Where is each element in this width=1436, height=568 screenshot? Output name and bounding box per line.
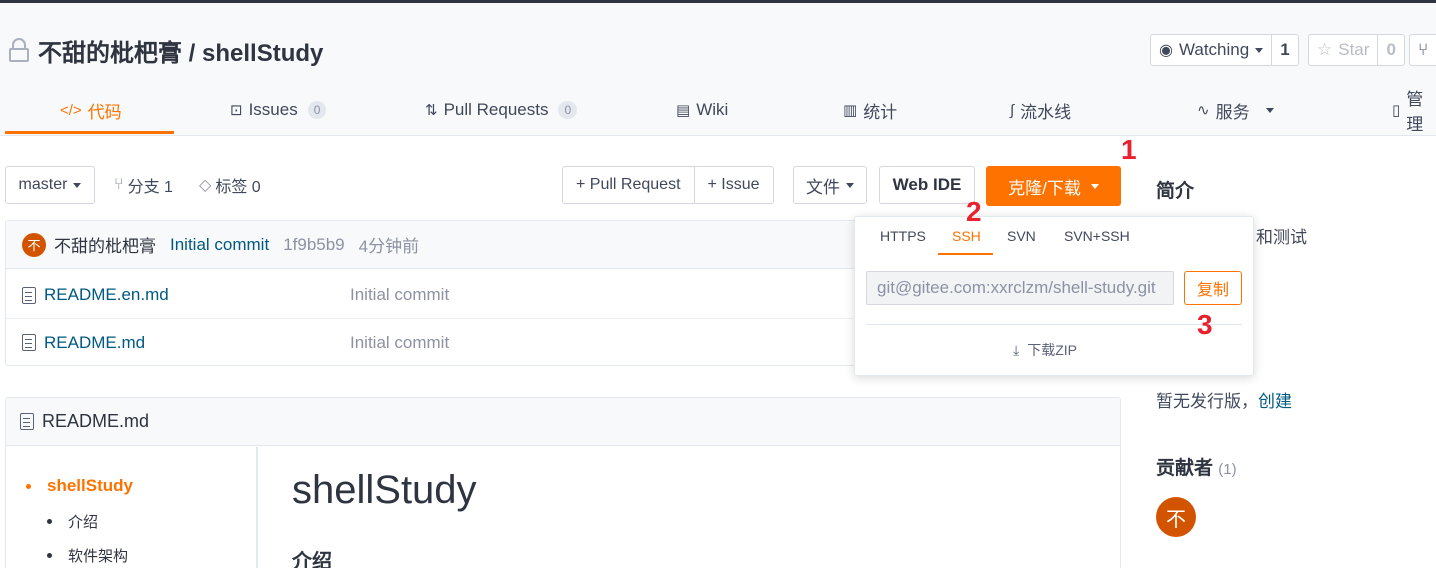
- annotation-3: 3: [1197, 309, 1213, 340]
- eye-icon: ◉: [1159, 42, 1173, 59]
- tab-pull-requests[interactable]: ⇅ Pull Requests 0: [425, 90, 578, 130]
- watch-button[interactable]: ◉ Watching: [1151, 35, 1271, 65]
- bar-chart-icon: ▥: [843, 102, 858, 119]
- toc-item[interactable]: 软件架构: [47, 545, 128, 566]
- fork-icon: ⑂: [1418, 40, 1429, 59]
- file-commit-message[interactable]: Initial commit: [350, 285, 449, 305]
- repo-title: 不甜的枇杷膏 / shellStudy: [8, 33, 323, 68]
- file-icon: [20, 413, 34, 430]
- commit-time: 4分钟前: [358, 237, 420, 256]
- releases-info: 暂无发行版，创建: [1156, 392, 1292, 411]
- toc-divider: [256, 447, 258, 568]
- star-button-group[interactable]: ☆ Star 0: [1308, 34, 1405, 66]
- download-zip-link[interactable]: ⤓ 下载ZIP: [1013, 340, 1077, 360]
- toc-item[interactable]: 介绍: [47, 511, 98, 532]
- intro-heading: 简介: [1156, 181, 1195, 202]
- file-icon: [22, 334, 36, 351]
- tab-manage[interactable]: ▯ 管理: [1392, 90, 1436, 134]
- tab-services[interactable]: ∿ 服务: [1197, 90, 1274, 130]
- tab-wiki[interactable]: ▤ Wiki: [676, 90, 728, 130]
- tab-stats[interactable]: ▥ 统计: [843, 90, 897, 130]
- pull-requests-count-badge: 0: [558, 101, 578, 119]
- list-item[interactable]: README.md Initial commit: [6, 319, 864, 366]
- toc-item[interactable]: shellStudy: [26, 476, 133, 496]
- lock-icon: [8, 37, 30, 63]
- readme-section-heading: 介绍: [292, 551, 332, 568]
- chevron-down-icon: [1255, 47, 1264, 53]
- pulse-icon: ∿: [1197, 102, 1210, 119]
- manage-icon: ▯: [1392, 102, 1401, 119]
- fork-button[interactable]: ⑂: [1409, 34, 1436, 66]
- clone-tab-indicator: [938, 253, 993, 255]
- star-count[interactable]: 0: [1377, 35, 1403, 65]
- tag-icon: ◇: [199, 177, 212, 194]
- annotation-1: 1: [1121, 134, 1137, 165]
- commit-sha[interactable]: 1f9b5b9: [283, 235, 344, 255]
- clone-tab-svn-ssh[interactable]: SVN+SSH: [1064, 228, 1130, 252]
- clone-tab-https[interactable]: HTTPS: [880, 228, 926, 252]
- issues-icon: ⊡: [230, 102, 243, 119]
- branch-icon: ⑂: [114, 176, 124, 193]
- watch-button-group[interactable]: ◉ Watching 1: [1150, 34, 1299, 66]
- file-icon: [22, 286, 36, 304]
- chevron-down-icon: [846, 182, 854, 188]
- clone-tab-svn[interactable]: SVN: [1007, 228, 1036, 252]
- book-icon: ▤: [676, 102, 691, 119]
- repo-name[interactable]: 不甜的枇杷膏 / shellStudy: [38, 33, 323, 68]
- issues-count-badge: 0: [307, 101, 327, 119]
- watch-count[interactable]: 1: [1271, 35, 1297, 65]
- tags-link[interactable]: ◇ 标签 0: [199, 174, 261, 196]
- branch-select[interactable]: master: [5, 166, 95, 204]
- file-commit-message[interactable]: Initial commit: [350, 333, 449, 353]
- new-pr-issue-group[interactable]: + Pull Request + Issue: [562, 166, 774, 204]
- pull-request-icon: ⇅: [425, 102, 438, 119]
- download-icon: ⤓: [1013, 341, 1020, 358]
- web-ide-button[interactable]: Web IDE: [879, 166, 975, 204]
- tab-pipeline[interactable]: ∫ 流水线: [1010, 90, 1071, 130]
- latest-commit-bar: 不 不甜的枇杷膏 Initial commit 1f9b5b9 4分钟前: [6, 221, 864, 269]
- star-icon: ☆: [1317, 40, 1333, 59]
- contributors-count: (1): [1218, 461, 1237, 478]
- clone-tab-ssh[interactable]: SSH: [952, 228, 981, 252]
- clone-download-button[interactable]: 克隆/下载: [986, 166, 1121, 206]
- tab-code[interactable]: </> 代码: [60, 90, 122, 130]
- branches-link[interactable]: ⑂ 分支 1: [114, 174, 173, 196]
- popup-divider: [866, 324, 1242, 325]
- file-name[interactable]: README.en.md: [44, 285, 350, 305]
- commit-message[interactable]: Initial commit: [170, 235, 269, 255]
- contributor-avatar[interactable]: 不: [1156, 497, 1196, 537]
- annotation-2: 2: [966, 196, 982, 227]
- tab-issues[interactable]: ⊡ Issues 0: [230, 90, 327, 130]
- avatar[interactable]: 不: [22, 232, 46, 257]
- pipeline-icon: ∫: [1010, 101, 1015, 119]
- active-tab-indicator: [5, 131, 174, 134]
- copy-button[interactable]: 复制: [1184, 271, 1242, 305]
- new-pull-request-button[interactable]: + Pull Request: [563, 167, 694, 203]
- chevron-down-icon: [1090, 183, 1099, 189]
- contributors-heading: 贡献者 (1): [1156, 458, 1237, 479]
- create-release-link[interactable]: 创建: [1258, 392, 1292, 411]
- clone-url-field[interactable]: [866, 271, 1174, 305]
- new-issue-button[interactable]: + Issue: [693, 167, 773, 203]
- code-icon: </>: [60, 101, 82, 119]
- file-name[interactable]: README.md: [44, 333, 350, 353]
- list-item[interactable]: README.en.md Initial commit: [6, 272, 864, 319]
- star-button[interactable]: ☆ Star: [1309, 35, 1377, 65]
- readme-header: README.md: [6, 398, 1120, 446]
- readme-title: shellStudy: [292, 468, 477, 512]
- chevron-down-icon: [73, 182, 82, 188]
- commit-author[interactable]: 不甜的枇杷膏: [54, 232, 156, 257]
- file-dropdown-button[interactable]: 文件: [793, 166, 867, 204]
- chevron-down-icon: [1265, 107, 1274, 113]
- intro-text: 和测试: [1256, 228, 1307, 247]
